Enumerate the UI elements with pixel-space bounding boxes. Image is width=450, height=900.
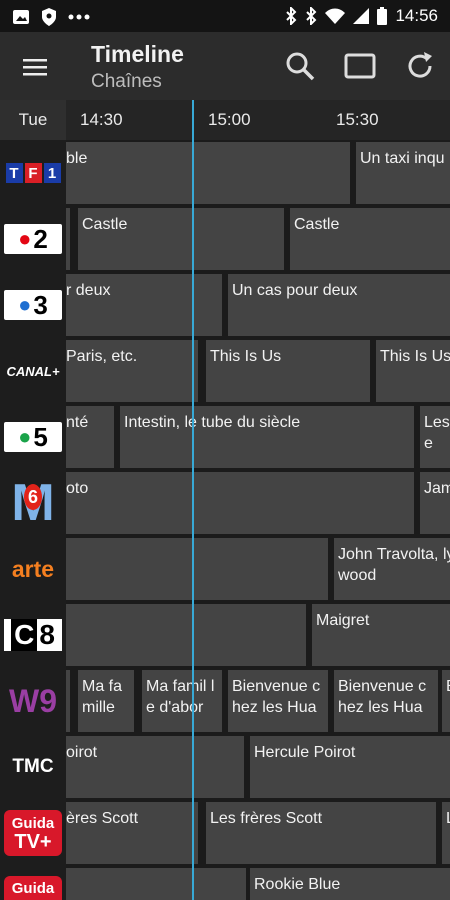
channel-tf1[interactable]: T F 1: [0, 140, 66, 206]
program-cell[interactable]: Bienvenue c hez les Hua: [334, 670, 438, 732]
program-cell[interactable]: nté: [66, 406, 114, 468]
channel-logo: M 6: [4, 477, 62, 529]
program-grid: ble Un taxi inqu Castle Castle r deux Un…: [66, 140, 450, 900]
channel-w9[interactable]: W9: [0, 668, 66, 734]
channel-guidatv[interactable]: Guida TV+: [0, 800, 66, 866]
search-icon[interactable]: [282, 48, 318, 84]
signal-icon: [353, 8, 370, 24]
program-cell[interactable]: Les e: [420, 406, 450, 468]
channel-france2[interactable]: ● 2: [0, 206, 66, 272]
page-title: Timeline: [91, 41, 184, 67]
program-cell[interactable]: oto: [66, 472, 414, 534]
program-cell[interactable]: Ma fa mille: [78, 670, 134, 732]
channel-logo: T F 1: [4, 161, 62, 185]
program-cell[interactable]: Castle: [290, 208, 450, 270]
program-cell[interactable]: Bienvenue c hez les Hua: [228, 670, 328, 732]
program-cell[interactable]: This Is Us: [376, 340, 450, 402]
program-cell[interactable]: ble: [66, 142, 350, 204]
channel-logo: Guida TV+: [4, 810, 62, 856]
channel-logo: CANAL+: [6, 363, 60, 379]
program-cell[interactable]: Un cas pour deux: [228, 274, 450, 336]
program-cell[interactable]: John Travolta, lywood: [334, 538, 450, 600]
channel-logo: ● 3: [4, 290, 62, 320]
channel-france5[interactable]: ● 5: [0, 404, 66, 470]
app-bar: Timeline Chaînes: [0, 32, 450, 100]
day-label: Tue: [0, 100, 66, 140]
time-tick: 14:30: [80, 110, 123, 129]
program-cell[interactable]: Castle: [78, 208, 284, 270]
channel-c8[interactable]: C8: [0, 602, 66, 668]
channel-logo: W9: [9, 682, 57, 719]
channel-logo: Guida: [4, 876, 62, 900]
program-cell[interactable]: [66, 208, 70, 270]
status-bar: 14:56: [0, 0, 450, 32]
menu-icon[interactable]: [18, 50, 52, 84]
program-cell[interactable]: Ma famil le d'abor: [142, 670, 222, 732]
channel-column: T F 1 ●2 ●3 CANAL+ ●5 M 6 arte: [0, 140, 66, 900]
more-dots-icon: [68, 13, 90, 21]
program-cell[interactable]: B: [442, 670, 450, 732]
channel-logo: ● 2: [4, 224, 62, 254]
refresh-icon[interactable]: [402, 48, 438, 84]
channel-logo: ● 5: [4, 422, 62, 452]
channel-guida[interactable]: Guida: [0, 866, 66, 900]
channel-m6[interactable]: M 6: [0, 470, 66, 536]
program-cell[interactable]: [66, 538, 328, 600]
program-cell[interactable]: [66, 868, 246, 900]
bluetooth-icon: [285, 7, 297, 25]
program-cell[interactable]: Hercule Poirot: [250, 736, 450, 798]
image-icon: [12, 8, 30, 26]
program-cell[interactable]: [66, 604, 306, 666]
program-cell[interactable]: oirot: [66, 736, 244, 798]
channel-canalplus[interactable]: CANAL+: [0, 338, 66, 404]
channel-logo: TMC: [12, 756, 54, 777]
program-cell[interactable]: L: [442, 802, 450, 864]
program-cell[interactable]: Jam: [420, 472, 450, 534]
program-cell[interactable]: Rookie Blue: [250, 868, 450, 900]
battery-icon: [377, 7, 388, 25]
time-tick: 15:00: [208, 110, 251, 129]
fullscreen-icon[interactable]: [342, 48, 378, 84]
channel-logo: arte: [11, 555, 55, 582]
channel-france3[interactable]: ● 3: [0, 272, 66, 338]
program-cell[interactable]: r deux: [66, 274, 222, 336]
program-cell[interactable]: This Is Us: [206, 340, 370, 402]
program-cell[interactable]: Intestin, le tube du siècle: [120, 406, 414, 468]
channel-arte[interactable]: arte: [0, 536, 66, 602]
program-cell[interactable]: ères Scott: [66, 802, 198, 864]
wifi-icon: [325, 8, 346, 24]
program-cell[interactable]: Maigret: [312, 604, 450, 666]
program-cell[interactable]: Un taxi inqu: [356, 142, 450, 204]
page-subtitle: Chaînes: [91, 71, 162, 92]
program-cell[interactable]: Les frères Scott: [206, 802, 436, 864]
time-tick: 15:30: [336, 110, 379, 129]
program-cell[interactable]: [66, 670, 70, 732]
current-time-indicator: [192, 100, 194, 900]
bluetooth-alt-icon: [305, 7, 317, 25]
status-time: 14:56: [395, 6, 438, 25]
channel-tmc[interactable]: TMC: [0, 734, 66, 800]
time-header: Tue 14:30 15:00 15:30: [0, 100, 450, 140]
channel-logo: C8: [4, 619, 62, 651]
shield-icon: [40, 7, 58, 27]
program-cell[interactable]: Paris, etc.: [66, 340, 198, 402]
